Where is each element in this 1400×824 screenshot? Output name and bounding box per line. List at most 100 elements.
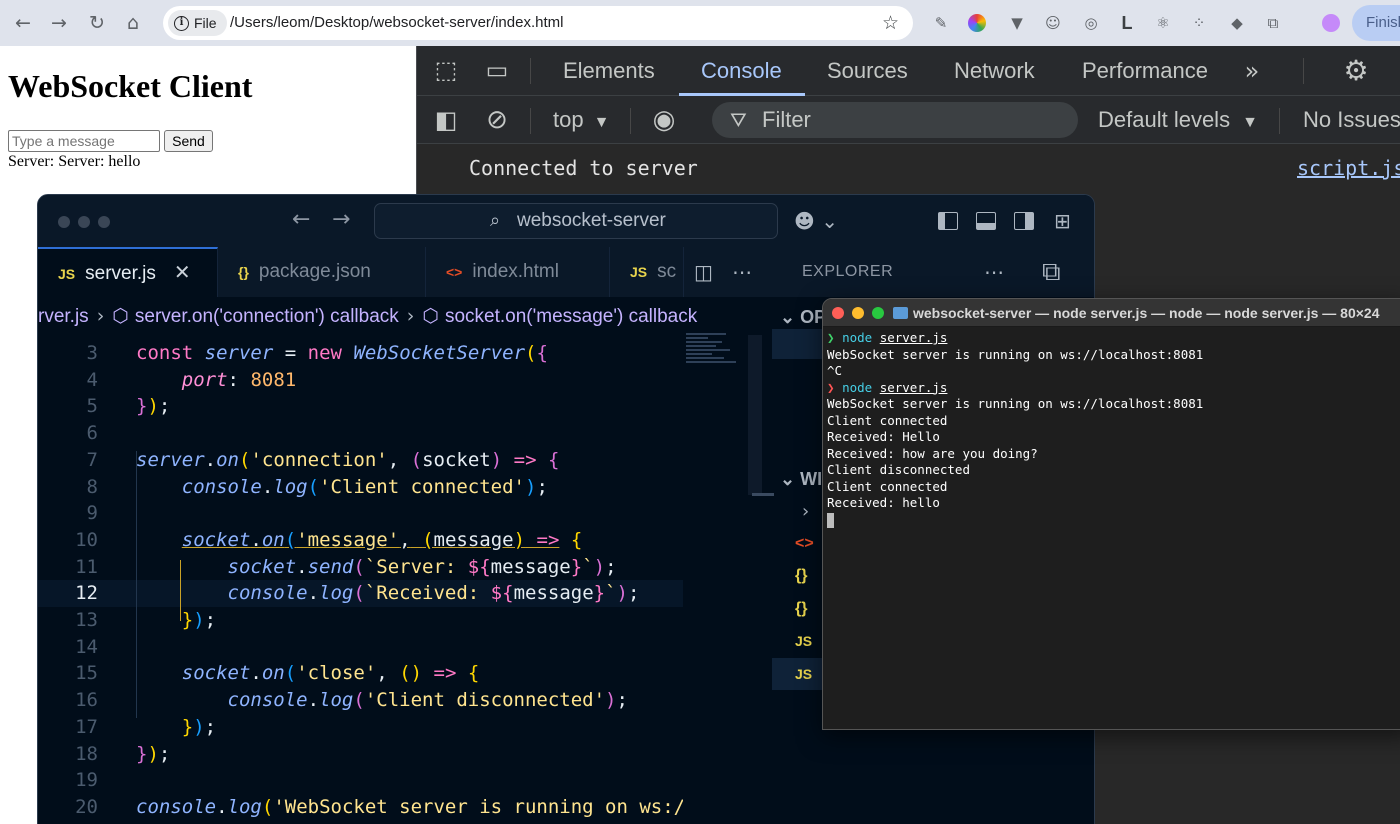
extension-stack-icon[interactable]: ◆ <box>1226 12 1248 34</box>
code-line[interactable]: 10 socket.on('message', (message) => { <box>38 527 683 554</box>
inspect-element-icon[interactable]: ⬚ <box>431 54 461 86</box>
code-line[interactable]: 8 console.log('Client connected'); <box>38 474 683 501</box>
minimap-line <box>686 337 708 339</box>
code-line[interactable]: 15 socket.on('close', () => { <box>38 660 683 687</box>
extensions-puzzle-icon[interactable]: ⧉ <box>1262 12 1284 34</box>
code-editor[interactable]: 3 const server = new WebSocketServer({4 p… <box>38 340 683 824</box>
tab-network[interactable]: Network <box>954 46 1035 96</box>
sidebar-toggle-icon[interactable]: ◧ <box>431 104 461 136</box>
extension-sparkle-icon[interactable]: ⁘ <box>1188 12 1210 34</box>
breadcrumb-file[interactable]: rver.js <box>38 306 89 327</box>
code-line[interactable]: 20 console.log('WebSocket server is runni… <box>38 794 683 821</box>
filter-input[interactable]: ⛛ Filter <box>712 102 1078 138</box>
html-file-icon[interactable]: <> <box>795 535 814 553</box>
chevron-right-icon[interactable]: › <box>802 501 809 522</box>
code-line[interactable]: 4 port: 8081 <box>38 367 683 394</box>
code-line[interactable]: 11 socket.send(`Server: ${message}`); <box>38 554 683 581</box>
extension-color-wheel-icon[interactable] <box>968 14 986 32</box>
split-editor-icon[interactable]: ◫ <box>694 257 713 287</box>
code-line[interactable]: 13 }); <box>38 607 683 634</box>
toggle-primary-sidebar-icon[interactable] <box>938 212 958 230</box>
tab-script-js[interactable]: JS sc <box>610 247 684 297</box>
vscode-title-bar: ← → ⌕ websocket-server ☻ ⌄ ⊞ <box>38 195 1094 247</box>
log-levels-dropdown[interactable]: Default levels ▼ <box>1098 96 1258 144</box>
files-icon[interactable]: ⧉ <box>1042 255 1061 289</box>
more-tabs-chevron-icon[interactable]: » <box>1237 54 1267 88</box>
extension-feather-icon[interactable]: ✎ <box>930 12 952 34</box>
clear-console-icon[interactable]: ⊘ <box>481 104 513 136</box>
filter-funnel-icon: ⛛ <box>730 108 747 132</box>
send-button[interactable]: Send <box>164 130 213 152</box>
settings-gear-icon[interactable]: ⚙ <box>1339 54 1373 88</box>
minimap[interactable] <box>686 333 748 373</box>
tab-console[interactable]: Console <box>701 46 782 96</box>
go-forward-icon[interactable]: → <box>332 207 350 232</box>
extension-vue-icon[interactable]: ▼ <box>1006 12 1028 34</box>
tab-server-js[interactable]: JS server.js ✕ <box>38 247 218 297</box>
tab-sources[interactable]: Sources <box>827 46 908 96</box>
customize-layout-icon[interactable]: ⊞ <box>1054 207 1071 235</box>
js-file-icon[interactable]: JS <box>795 633 812 649</box>
code-line[interactable]: 18}); <box>38 741 683 768</box>
back-icon[interactable]: ← <box>10 10 36 36</box>
explorer-section-workspace[interactable]: ⌄ WI <box>780 469 822 490</box>
finish-button[interactable]: Finish <box>1352 5 1400 41</box>
json-file-icon[interactable]: {} <box>795 567 807 585</box>
code-line[interactable]: 6 <box>38 420 683 447</box>
zoom-button[interactable] <box>872 307 884 319</box>
minimize-button[interactable] <box>852 307 864 319</box>
url-text[interactable]: /Users/leom/Desktop/websocket-server/ind… <box>230 6 563 40</box>
window-minimize-button[interactable] <box>78 216 90 228</box>
window-zoom-button[interactable] <box>98 216 110 228</box>
close-button[interactable] <box>832 307 844 319</box>
live-expression-eye-icon[interactable]: ◉ <box>647 104 681 136</box>
code-line[interactable]: 3 const server = new WebSocketServer({ <box>38 340 683 367</box>
site-info-chip[interactable]: i File <box>168 10 227 36</box>
tab-elements[interactable]: Elements <box>563 46 655 96</box>
code-line[interactable]: 9 <box>38 500 683 527</box>
context-selector[interactable]: top ▼ <box>553 96 609 144</box>
code-line[interactable]: 17 }); <box>38 714 683 741</box>
extension-react-icon[interactable]: ⚛ <box>1152 12 1174 34</box>
explorer-section-open-editors[interactable]: ⌄ OP <box>780 307 826 328</box>
reload-icon[interactable]: ↻ <box>84 10 110 36</box>
code-line[interactable]: 12 console.log(`Received: ${message}`); <box>38 580 683 607</box>
console-source-link[interactable]: script.js <box>1297 156 1400 180</box>
toggle-panel-icon[interactable] <box>976 212 996 230</box>
code-line[interactable]: 16 console.log('Client disconnected'); <box>38 687 683 714</box>
tab-package-json[interactable]: {} package.json <box>218 247 426 297</box>
profile-avatar[interactable] <box>1322 14 1340 32</box>
tab-index-html[interactable]: <> index.html <box>426 247 610 297</box>
breadcrumb-symbol-message[interactable]: socket.on('message') callback <box>445 306 697 327</box>
extension-robot-icon[interactable]: ☺ <box>1042 12 1064 34</box>
window-close-button[interactable] <box>58 216 70 228</box>
tab-performance[interactable]: Performance <box>1082 46 1208 96</box>
code-line[interactable]: 14 <box>38 634 683 661</box>
toggle-secondary-sidebar-icon[interactable] <box>1014 212 1034 230</box>
address-bar[interactable]: i File /Users/leom/Desktop/websocket-ser… <box>163 6 913 40</box>
forward-icon[interactable]: → <box>46 10 72 36</box>
extension-l-icon[interactable]: L <box>1116 12 1138 34</box>
bookmark-star-icon[interactable]: ☆ <box>882 6 899 40</box>
filter-placeholder: Filter <box>762 107 811 132</box>
home-icon[interactable]: ⌂ <box>120 10 146 36</box>
json-file-icon[interactable]: {} <box>795 600 807 618</box>
editor-scrollbar[interactable] <box>748 335 762 495</box>
file-chip-label: File <box>194 15 217 31</box>
explorer-more-icon[interactable]: ⋯ <box>984 257 1004 287</box>
go-back-icon[interactable]: ← <box>292 207 310 232</box>
code-line[interactable]: 19 <box>38 767 683 794</box>
issues-counter[interactable]: No Issues <box>1303 96 1400 144</box>
breadcrumb-symbol-connection[interactable]: server.on('connection') callback <box>135 306 399 327</box>
code-line[interactable]: 7 server.on('connection', (socket) => { <box>38 447 683 474</box>
copilot-icon[interactable]: ☻ ⌄ <box>794 207 838 235</box>
code-line[interactable]: 5}); <box>38 393 683 420</box>
terminal-window[interactable]: websocket-server — node server.js — node… <box>822 298 1400 730</box>
more-actions-icon[interactable]: ⋯ <box>732 257 752 287</box>
command-center-search[interactable]: ⌕ websocket-server <box>374 203 778 239</box>
message-input[interactable] <box>8 130 160 152</box>
extension-code-icon[interactable]: ◎ <box>1080 12 1102 34</box>
js-file-icon[interactable]: JS <box>795 666 812 682</box>
device-toolbar-icon[interactable]: ▭ <box>481 54 513 86</box>
close-icon[interactable]: ✕ <box>174 260 191 284</box>
